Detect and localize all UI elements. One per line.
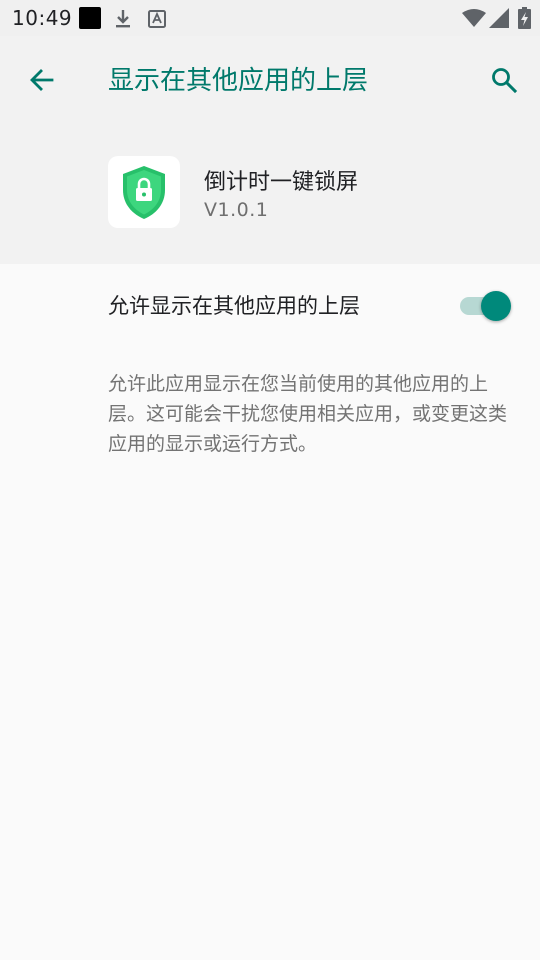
search-button[interactable] [482, 58, 526, 102]
shield-lock-icon [123, 166, 165, 219]
page-title: 显示在其他应用的上层 [108, 66, 369, 96]
battery-charging-icon [518, 7, 531, 33]
arrow-left-icon [30, 69, 54, 91]
notification-square-icon [79, 7, 101, 29]
back-button[interactable] [20, 58, 64, 102]
toggle-thumb [481, 291, 511, 321]
download-icon [112, 8, 134, 34]
setting-label: 允许显示在其他应用的上层 [108, 294, 360, 318]
header: 显示在其他应用的上层 倒计时一键锁屏 V1.0.1 [0, 36, 540, 264]
status-time: 10:49 [12, 6, 73, 30]
search-icon [492, 68, 518, 94]
permission-setting-row[interactable]: 允许显示在其他应用的上层 [0, 264, 540, 348]
wifi-icon [462, 8, 486, 32]
app-name: 倒计时一键锁屏 [204, 170, 359, 195]
permission-description: 允许此应用显示在您当前使用的其他应用的上层。这可能会干扰您使用相关应用，或变更这… [108, 373, 508, 455]
app-version: V1.0.1 [204, 199, 269, 221]
status-bar: 10:49 [0, 0, 540, 36]
font-a-icon [148, 10, 166, 32]
signal-icon [489, 8, 509, 32]
permission-toggle[interactable] [460, 290, 512, 322]
app-icon [108, 156, 180, 228]
